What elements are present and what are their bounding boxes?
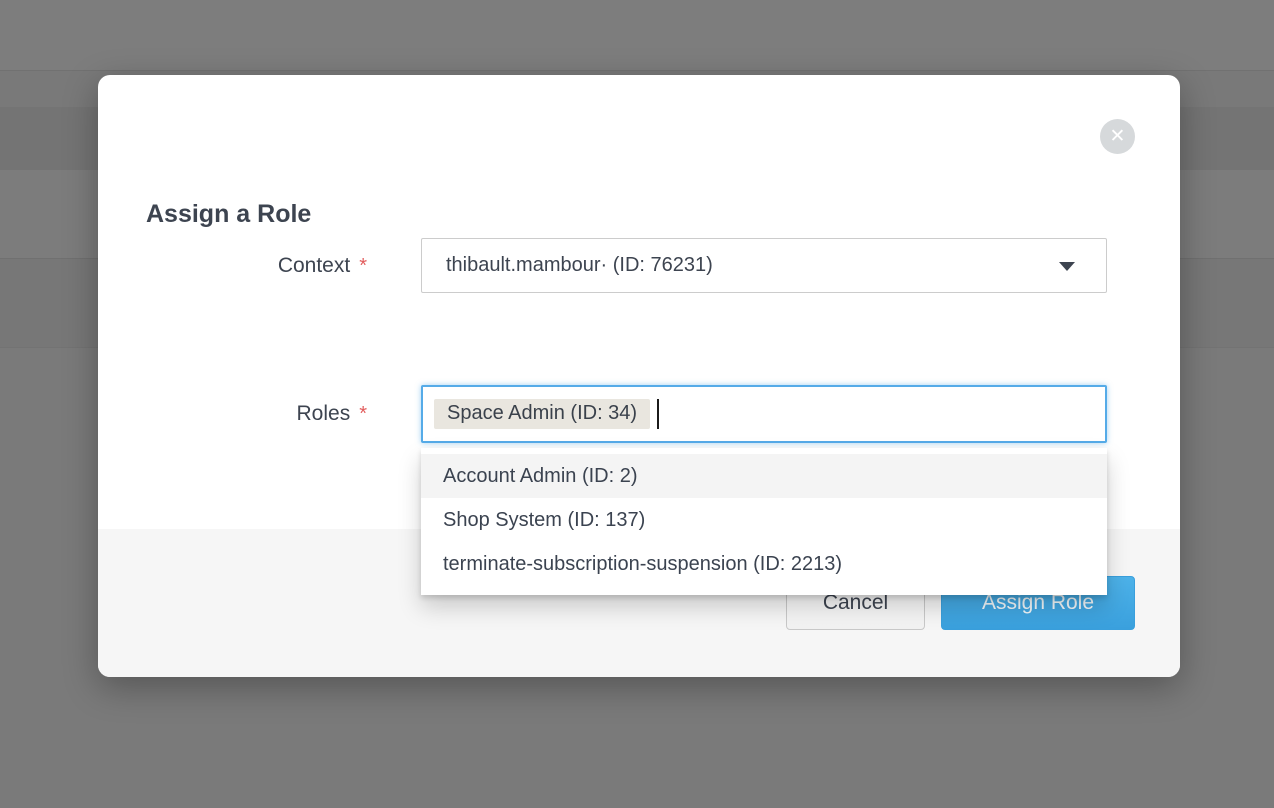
close-icon: ✕ [1110, 127, 1126, 146]
background-overlay-band [0, 0, 1274, 70]
dropdown-option-shop-system[interactable]: Shop System (ID: 137) [421, 498, 1107, 542]
roles-form-row: Roles * Space Admin (ID: 34) [98, 385, 1180, 443]
assign-role-modal: Assign a Role ✕ Context * thibault.mambou… [98, 75, 1180, 677]
context-required-asterisk: * [359, 255, 367, 277]
close-button[interactable]: ✕ [1100, 119, 1135, 154]
dropdown-option-terminate-subscription-suspension[interactable]: terminate-subscription-suspension (ID: 2… [421, 542, 1107, 586]
roles-multiselect-input[interactable]: Space Admin (ID: 34) [421, 385, 1107, 443]
chevron-down-icon [1059, 262, 1075, 271]
dropdown-option-account-admin[interactable]: Account Admin (ID: 2) [421, 454, 1107, 498]
context-form-row: Context * thibault.mambour· (ID: 76231) [98, 238, 1180, 293]
context-selected-value: thibault.mambour· (ID: 76231) [446, 254, 713, 277]
modal-title: Assign a Role [146, 200, 311, 229]
context-select[interactable]: thibault.mambour· (ID: 76231) [421, 238, 1107, 293]
roles-required-asterisk: * [359, 403, 367, 425]
text-cursor [657, 399, 659, 429]
roles-label-text: Roles [297, 402, 351, 425]
roles-dropdown-menu: Account Admin (ID: 2) Shop System (ID: 1… [421, 448, 1107, 595]
roles-label: Roles * [98, 402, 367, 426]
role-tag[interactable]: Space Admin (ID: 34) [434, 399, 650, 429]
context-label: Context * [98, 254, 367, 278]
context-label-text: Context [278, 254, 350, 277]
